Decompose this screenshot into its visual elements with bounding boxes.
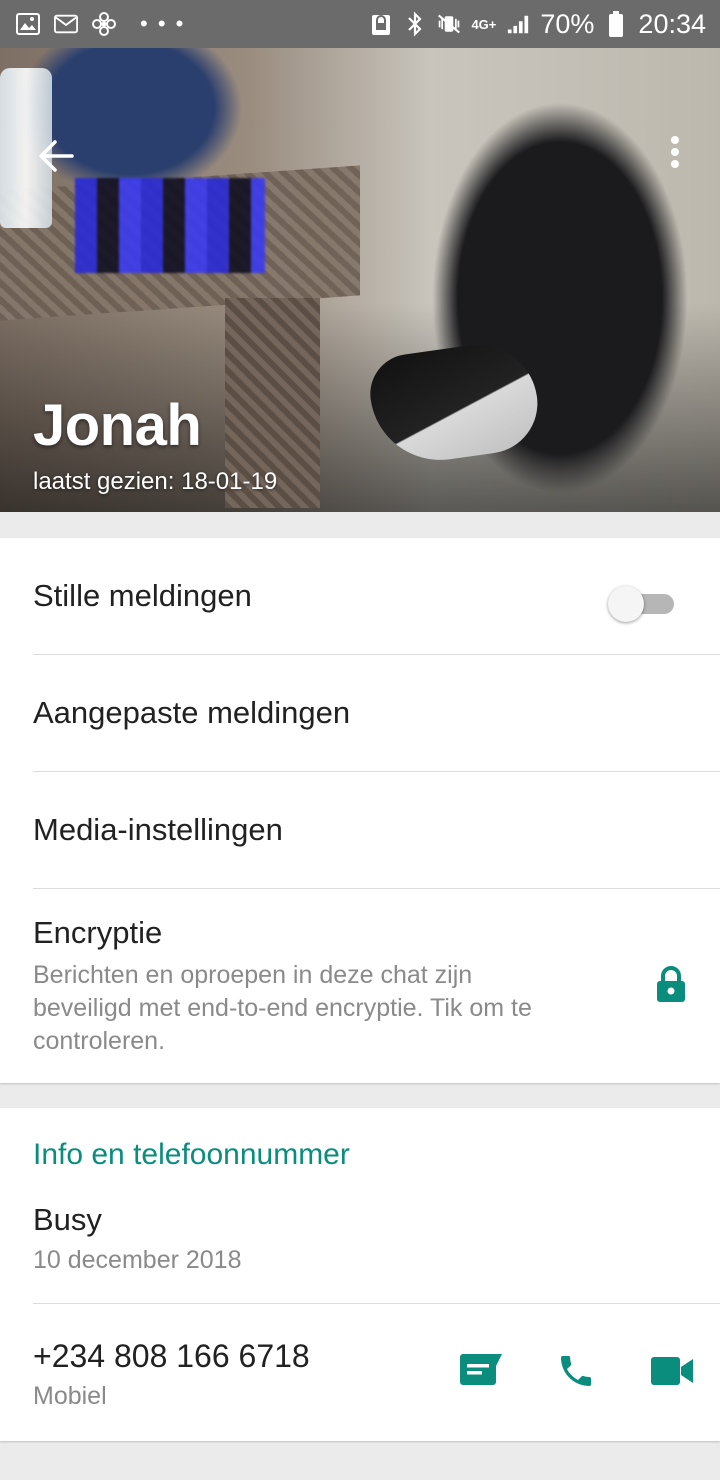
encryption-description: Berichten en oproepen in deze chat zijn … <box>33 961 532 1055</box>
custom-notifications-label: Aangepaste meldingen <box>33 695 351 730</box>
about-date: 10 december 2018 <box>33 1246 242 1274</box>
mute-notifications-label: Stille meldingen <box>33 578 252 613</box>
last-seen: laatst gezien: 18-01-19 <box>33 468 278 495</box>
vibrate-mute-icon <box>437 12 461 36</box>
info-section-title: Info en telefoonnummer <box>33 1138 350 1171</box>
contact-name: Jonah <box>33 393 202 458</box>
message-button[interactable] <box>456 1346 506 1396</box>
pixelated-blur <box>75 178 265 273</box>
photo-shoe <box>365 337 544 469</box>
status-bar-left: • • • <box>16 11 185 37</box>
image-icon <box>16 12 40 36</box>
video-call-button[interactable] <box>647 1346 697 1396</box>
battery-icon <box>604 11 628 37</box>
back-button[interactable] <box>34 134 78 178</box>
message-icon <box>460 1354 502 1385</box>
about-row[interactable]: Busy 10 december 2018 <box>0 1186 720 1303</box>
phone-type: Mobiel <box>33 1382 107 1410</box>
call-button[interactable] <box>551 1346 601 1396</box>
about-text: Busy <box>33 1202 102 1237</box>
phone-number: +234 808 166 6718 <box>33 1338 310 1374</box>
encryption-row[interactable]: Encryptie Berichten en oproepen in deze … <box>0 889 720 1083</box>
mail-icon <box>54 12 78 36</box>
network-type: 4G+ <box>471 16 497 32</box>
battery-percent: 70% <box>540 8 595 39</box>
clock: 20:34 <box>638 8 706 39</box>
phone-icon <box>561 1356 591 1386</box>
overflow-menu-button[interactable] <box>660 130 690 174</box>
more-dots-icon: • • • <box>140 11 186 36</box>
video-camera-icon <box>651 1357 693 1385</box>
status-bar: • • • 4G+ 70% 20:34 <box>0 0 720 48</box>
lock-icon <box>655 965 687 1008</box>
arrow-left-icon <box>39 140 74 172</box>
more-vert-icon <box>671 136 679 168</box>
fan-icon <box>92 12 116 36</box>
encryption-label: Encryptie <box>33 915 163 950</box>
profile-photo-header[interactable]: Jonah laatst gezien: 18-01-19 <box>0 48 720 512</box>
info-card: Info en telefoonnummer Busy 10 december … <box>0 1108 720 1441</box>
media-settings-row[interactable]: Media-instellingen <box>0 772 720 889</box>
status-bar-right: 4G+ 70% 20:34 <box>369 9 706 40</box>
bluetooth-icon <box>403 11 427 37</box>
custom-notifications-row[interactable]: Aangepaste meldingen <box>0 655 720 772</box>
mute-notifications-row[interactable]: Stille meldingen <box>0 538 720 655</box>
signal-icon <box>506 12 530 36</box>
media-settings-label: Media-instellingen <box>33 812 283 847</box>
toggle-thumb <box>608 586 644 622</box>
mute-toggle[interactable] <box>608 582 676 622</box>
phone-row[interactable]: +234 808 166 6718 Mobiel <box>0 1304 720 1441</box>
chat-settings-card: Stille meldingen Aangepaste meldingen Me… <box>0 538 720 1083</box>
lock-badge-icon <box>369 12 393 36</box>
